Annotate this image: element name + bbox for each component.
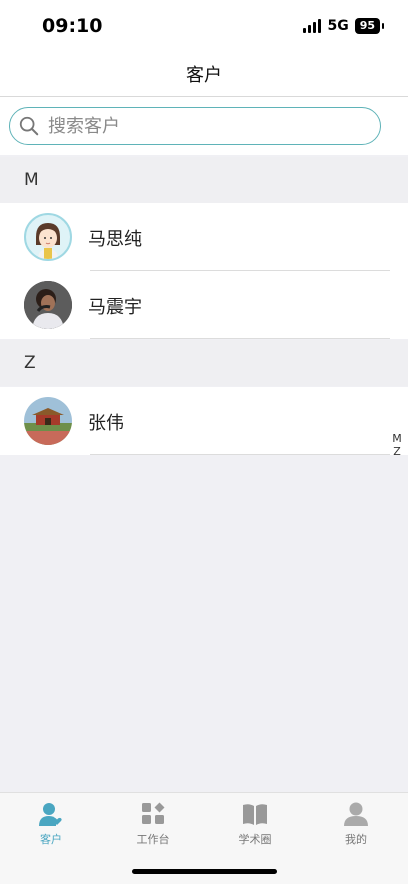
page-title: 客户 [186,65,222,86]
status-icons: 5G 95 [303,18,384,34]
tab-customers[interactable]: 客户 [11,801,91,849]
section-header-m: M [0,157,408,203]
section-letter: M [24,170,39,190]
search-area [0,97,408,155]
search-box[interactable] [9,107,381,145]
home-indicator [132,869,277,874]
contact-row[interactable]: 张伟 [0,387,408,455]
index-letter-z[interactable]: Z [393,445,401,458]
index-letter-m[interactable]: M [392,432,402,445]
cartoon-girl-avatar [24,213,72,261]
signal-icon [303,19,322,33]
nav-bar: 客户 [0,52,408,97]
photo-person-avatar [24,281,72,329]
tab-profile[interactable]: 我的 [316,801,396,849]
network-type: 5G [327,18,349,34]
workbench-icon [142,802,165,824]
customer-icon [39,803,62,826]
battery-icon: 95 [354,18,380,34]
row-divider [90,338,390,339]
status-bar: 09:10 5G 95 [0,0,408,52]
tab-label: 我的 [345,833,367,846]
contact-name: 张伟 [88,413,124,434]
profile-icon [344,802,368,826]
contact-row[interactable]: 马震宇 [0,271,408,339]
search-icon [19,116,39,136]
landmark-photo-avatar [24,397,72,445]
section-header-z: Z [0,340,408,386]
tab-workbench[interactable]: 工作台 [113,801,193,849]
contact-row[interactable]: 马思纯 [0,203,408,271]
row-divider [90,454,390,455]
contact-name: 马震宇 [88,297,142,318]
tab-academic[interactable]: 学术圈 [215,801,295,849]
tab-label: 工作台 [136,833,170,846]
book-icon [243,804,267,825]
alphabet-index[interactable]: M Z [391,432,403,458]
battery-tip [382,23,384,29]
section-letter: Z [24,353,36,373]
tab-label: 客户 [40,833,62,846]
status-time: 09:10 [42,15,103,37]
search-input[interactable] [46,114,380,138]
contact-name: 马思纯 [88,229,142,250]
tab-label: 学术圈 [238,833,272,846]
